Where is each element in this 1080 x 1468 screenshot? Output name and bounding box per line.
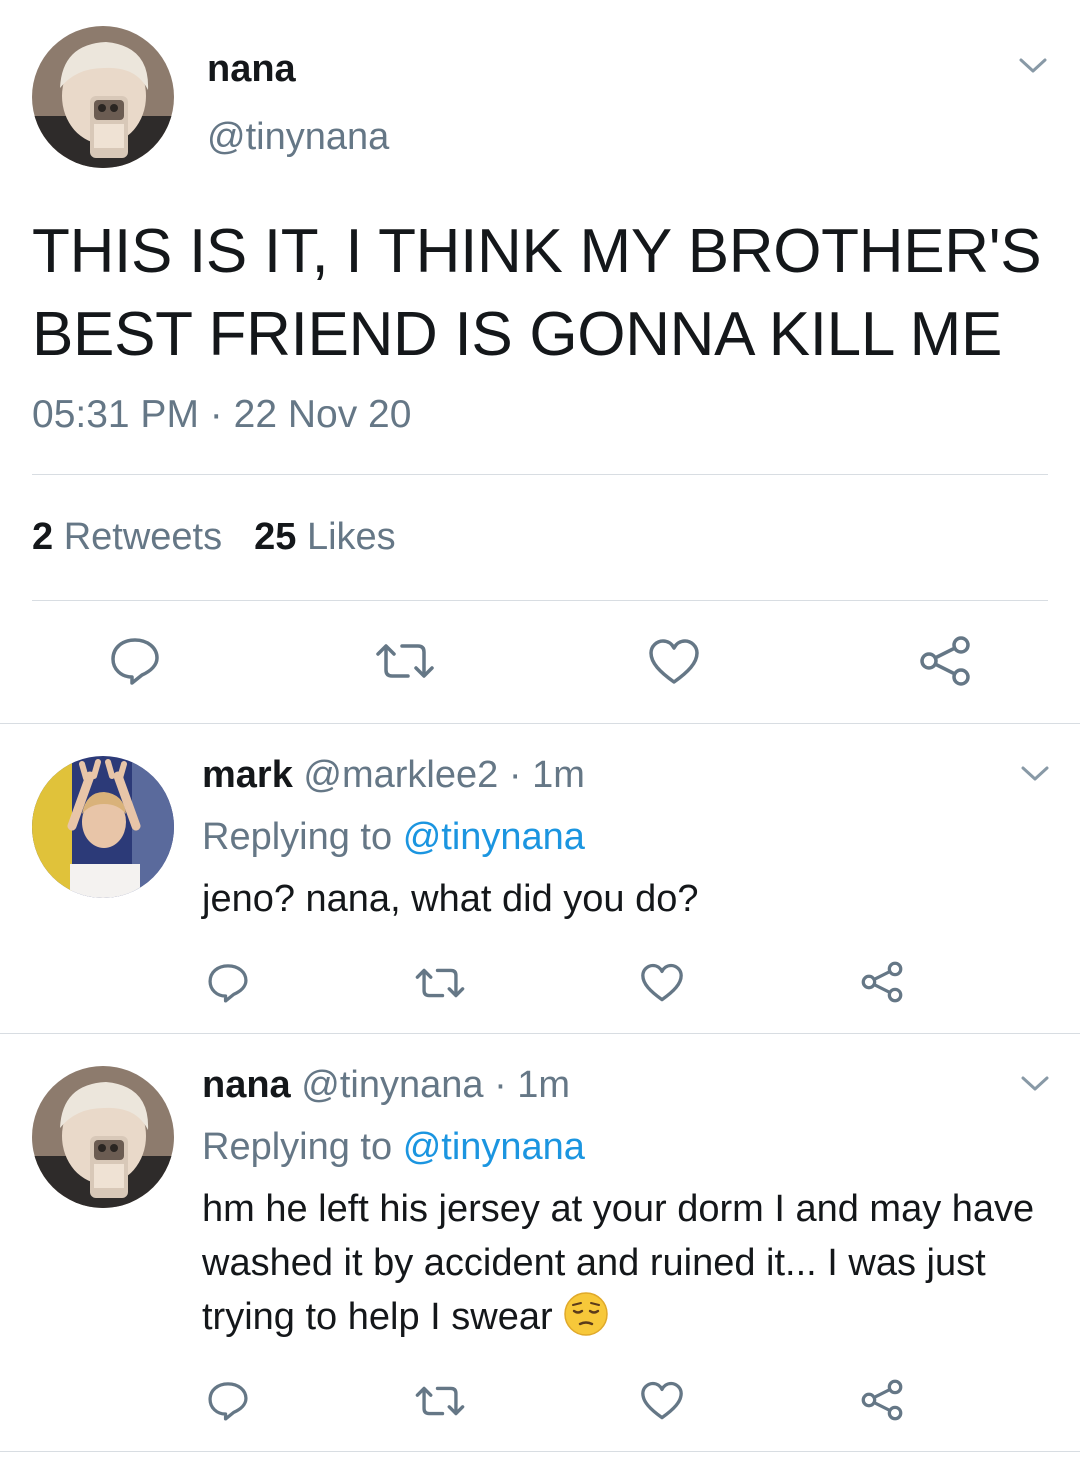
profile-photo-icon <box>32 756 174 898</box>
chevron-down-icon[interactable] <box>1020 1074 1050 1094</box>
avatar[interactable] <box>32 756 174 898</box>
replying-to: Replying to @tinynana <box>202 1126 585 1169</box>
reply-text-content: hm he left his jersey at your dorm I and… <box>202 1188 1035 1338</box>
profile-photo-icon <box>32 1066 174 1208</box>
replying-label: Replying to <box>202 1126 393 1168</box>
tweet-date: 22 Nov 20 <box>233 393 412 436</box>
reply-time: 1m <box>517 1064 571 1106</box>
reply-icon[interactable] <box>206 962 250 1004</box>
like-icon[interactable] <box>640 963 684 1003</box>
meta-separator: · <box>209 393 223 436</box>
retweet-icon[interactable] <box>414 967 466 999</box>
share-icon[interactable] <box>918 634 972 688</box>
display-name[interactable]: nana <box>207 48 296 91</box>
reply-text: jeno? nana, what did you do? <box>202 878 699 920</box>
display-name[interactable]: mark <box>202 754 293 796</box>
avatar[interactable] <box>32 1066 174 1208</box>
share-icon[interactable] <box>860 1378 904 1422</box>
share-icon[interactable] <box>860 960 904 1004</box>
retweets-stat[interactable]: 2 Retweets <box>32 516 222 558</box>
replying-to-link[interactable]: @tinynana <box>403 1126 585 1168</box>
tweet-stats: 2 Retweets 25 Likes <box>32 516 396 559</box>
replying-label: Replying to <box>202 816 393 858</box>
divider <box>0 1451 1080 1452</box>
divider <box>0 723 1080 724</box>
divider <box>32 600 1048 601</box>
divider <box>32 474 1048 475</box>
tweet-time: 05:31 PM <box>32 393 199 436</box>
reply-icon[interactable] <box>108 636 162 686</box>
tweet-timestamp: 05:31 PM · 22 Nov 20 <box>32 393 411 437</box>
meta-separator: · <box>508 754 522 796</box>
reply-text: hm he left his jersey at your dorm I and… <box>202 1182 1052 1344</box>
likes-label: Likes <box>306 516 396 558</box>
retweet-icon[interactable] <box>374 642 436 680</box>
user-handle[interactable]: @tinynana <box>301 1064 483 1106</box>
replying-to-link[interactable]: @tinynana <box>403 816 585 858</box>
replying-to: Replying to @tinynana <box>202 816 585 859</box>
pensive-face-icon <box>563 1291 609 1337</box>
display-name[interactable]: nana <box>202 1064 291 1106</box>
meta-separator: · <box>494 1064 507 1106</box>
main-tweet: nana @tinynana THIS IS IT, I THINK MY BR… <box>0 0 1080 723</box>
likes-count: 25 <box>254 516 297 558</box>
user-handle[interactable]: @tinynana <box>207 116 389 159</box>
reply-time: 1m <box>532 754 585 796</box>
tweet-text: THIS IS IT, I THINK MY BROTHER'S BEST FR… <box>32 217 1042 369</box>
retweet-icon[interactable] <box>414 1385 466 1417</box>
like-icon[interactable] <box>648 638 700 686</box>
avatar[interactable] <box>32 26 174 168</box>
reply-header: mark @marklee2 · 1m <box>202 754 585 797</box>
profile-photo-icon <box>32 26 174 168</box>
reply-header: nana @tinynana · 1m <box>202 1064 570 1107</box>
reply-icon[interactable] <box>206 1380 250 1422</box>
like-icon[interactable] <box>640 1381 684 1421</box>
retweets-count: 2 <box>32 516 54 558</box>
likes-stat[interactable]: 25 Likes <box>254 516 396 558</box>
retweets-label: Retweets <box>63 516 223 558</box>
chevron-down-icon[interactable] <box>1018 56 1048 76</box>
divider <box>0 1033 1080 1034</box>
user-handle[interactable]: @marklee2 <box>303 754 498 796</box>
chevron-down-icon[interactable] <box>1020 764 1050 784</box>
